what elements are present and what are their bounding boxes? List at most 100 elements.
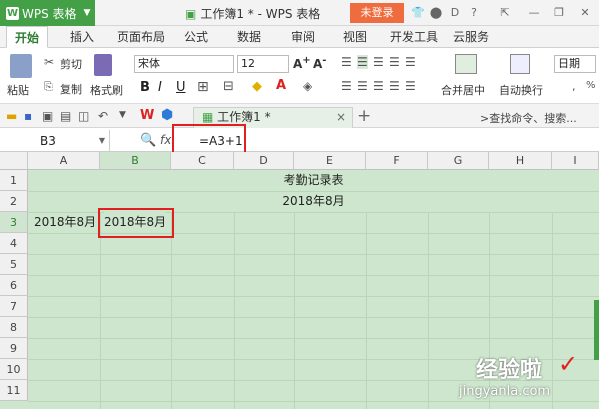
minimize-icon[interactable]: — — [526, 4, 542, 20]
align-middle-icon[interactable]: ☰ — [357, 55, 368, 69]
app-name: WPS 表格 — [22, 6, 77, 21]
tab-insert[interactable]: 插入 — [70, 26, 94, 48]
indent-decrease-icon[interactable]: ☰ — [389, 55, 400, 69]
undo-icon[interactable]: ↶ — [98, 109, 108, 123]
row-header-5[interactable]: 5 — [0, 254, 28, 275]
help-icon[interactable]: ? — [466, 4, 482, 20]
open-icon[interactable]: ▬ — [6, 109, 17, 123]
tab-page-layout[interactable]: 页面布局 — [117, 26, 165, 48]
column-header-d[interactable]: D — [234, 152, 294, 170]
merge-center-icon[interactable] — [455, 54, 477, 74]
chevron-down-icon[interactable]: ▼ — [99, 130, 105, 152]
menu-tabs: 开始 插入 页面布局 公式 数据 审阅 视图 开发工具 云服务 — [0, 26, 599, 48]
cell-a3[interactable]: 2018年8月 — [34, 212, 96, 233]
close-tab-icon[interactable]: × — [336, 108, 346, 127]
tab-cloud[interactable]: 云服务 — [453, 26, 489, 48]
row-header-7[interactable]: 7 — [0, 296, 28, 317]
maximize-icon[interactable]: ❐ — [551, 4, 567, 20]
search-command[interactable]: >查找命令、搜索... — [480, 110, 577, 126]
print-icon[interactable]: ▤ — [60, 109, 71, 123]
column-header-i[interactable]: I — [552, 152, 599, 170]
share-icon[interactable]: D — [447, 4, 463, 20]
doc-icon: ▣ — [185, 6, 197, 21]
fullscreen-icon[interactable]: ⇱ — [497, 4, 513, 20]
distributed-icon[interactable]: ☰ — [405, 79, 416, 93]
column-header-f[interactable]: F — [366, 152, 428, 170]
column-header-a[interactable]: A — [28, 152, 100, 170]
export-icon[interactable]: ▣ — [42, 109, 53, 123]
font-select[interactable]: 宋体 — [134, 55, 234, 73]
column-header-c[interactable]: C — [171, 152, 234, 170]
select-all-corner[interactable] — [0, 152, 28, 170]
comma-icon[interactable]: , — [572, 80, 576, 93]
skin-icon[interactable]: 👕 — [410, 4, 426, 20]
format-painter-icon[interactable] — [94, 54, 112, 76]
format-painter-button[interactable]: 格式刷 — [90, 82, 123, 98]
align-top-icon[interactable]: ☰ — [341, 55, 352, 69]
justify-icon[interactable]: ☰ — [389, 79, 400, 93]
decimal-icon[interactable]: % — [586, 80, 596, 91]
login-button[interactable]: 未登录 — [350, 3, 404, 23]
clear-format-icon[interactable]: ◈ — [303, 79, 312, 93]
row-header-10[interactable]: 10 — [0, 359, 28, 380]
tab-home[interactable]: 开始 — [6, 26, 49, 48]
column-header-b[interactable]: B — [100, 152, 171, 170]
tab-review[interactable]: 审阅 — [291, 26, 315, 48]
tab-developer[interactable]: 开发工具 — [390, 26, 438, 48]
italic-icon[interactable]: I — [158, 80, 162, 95]
column-header-h[interactable]: H — [489, 152, 552, 170]
row-header-1[interactable]: 1 — [0, 170, 28, 191]
zoom-icon[interactable]: 🔍 — [140, 133, 156, 148]
fill-color-icon[interactable]: ◆ — [252, 79, 262, 94]
cell-title-r1[interactable]: 考勤记录表 — [28, 170, 599, 191]
number-format-select[interactable]: 日期 — [554, 55, 596, 73]
wrap-text-icon[interactable] — [510, 54, 530, 74]
tab-view[interactable]: 视图 — [343, 26, 367, 48]
cube-icon[interactable]: ⬢ — [161, 107, 173, 123]
wps-w-icon[interactable]: W — [140, 108, 154, 123]
font-size-select[interactable]: 12 — [237, 55, 289, 73]
font-color-icon[interactable]: A — [276, 78, 286, 93]
wrap-text-button[interactable]: 自动换行 — [499, 82, 543, 98]
column-header-e[interactable]: E — [294, 152, 366, 170]
border-icon[interactable]: ⊞ — [197, 79, 209, 95]
more-icon[interactable]: ▼ — [119, 110, 126, 120]
chevron-down-icon: ▼ — [83, 8, 91, 18]
align-bottom-icon[interactable]: ☰ — [373, 55, 384, 69]
row-header-8[interactable]: 8 — [0, 317, 28, 338]
underline-icon[interactable]: U — [176, 80, 186, 95]
font-grow-icon[interactable]: A+ — [293, 55, 311, 71]
tab-data[interactable]: 数据 — [237, 26, 261, 48]
bold-icon[interactable]: B — [140, 80, 150, 95]
tab-formula[interactable]: 公式 — [184, 26, 208, 48]
paste-button[interactable]: 粘贴 — [7, 82, 29, 98]
copy-icon[interactable]: ⎘ — [44, 80, 53, 94]
merge-center-button[interactable]: 合并居中 — [441, 82, 485, 98]
name-box[interactable]: B3 ▼ — [0, 130, 110, 152]
save-icon[interactable]: ▪ — [24, 109, 32, 123]
column-header-g[interactable]: G — [428, 152, 489, 170]
scrollbar-thumb[interactable] — [594, 300, 599, 360]
indent-increase-icon[interactable]: ☰ — [405, 55, 416, 69]
close-icon[interactable]: ✕ — [577, 4, 593, 20]
align-center-icon[interactable]: ☰ — [357, 79, 368, 93]
row-header-4[interactable]: 4 — [0, 233, 28, 254]
copy-button[interactable]: 复制 — [60, 81, 82, 97]
font-shrink-icon[interactable]: A- — [313, 55, 326, 71]
align-right-icon[interactable]: ☰ — [373, 79, 384, 93]
row-header-6[interactable]: 6 — [0, 275, 28, 296]
row-header-3[interactable]: 3 — [0, 212, 28, 233]
row-header-11[interactable]: 11 — [0, 380, 28, 401]
row-header-2[interactable]: 2 — [0, 191, 28, 212]
wps-menu-button[interactable]: W WPS 表格 ▼ — [0, 0, 95, 26]
cut-icon[interactable]: ✂ — [44, 55, 54, 69]
cut-button[interactable]: 剪切 — [60, 56, 82, 72]
row-header-9[interactable]: 9 — [0, 338, 28, 359]
preview-icon[interactable]: ◫ — [78, 109, 89, 123]
merge-cells-icon[interactable]: ⊟ — [223, 79, 234, 94]
new-tab-icon[interactable]: + — [357, 106, 371, 126]
fx-icon[interactable]: fx — [160, 133, 171, 147]
paste-icon[interactable] — [10, 54, 32, 78]
align-left-icon[interactable]: ☰ — [341, 79, 352, 93]
settings-icon[interactable]: ⬤ — [428, 4, 444, 20]
